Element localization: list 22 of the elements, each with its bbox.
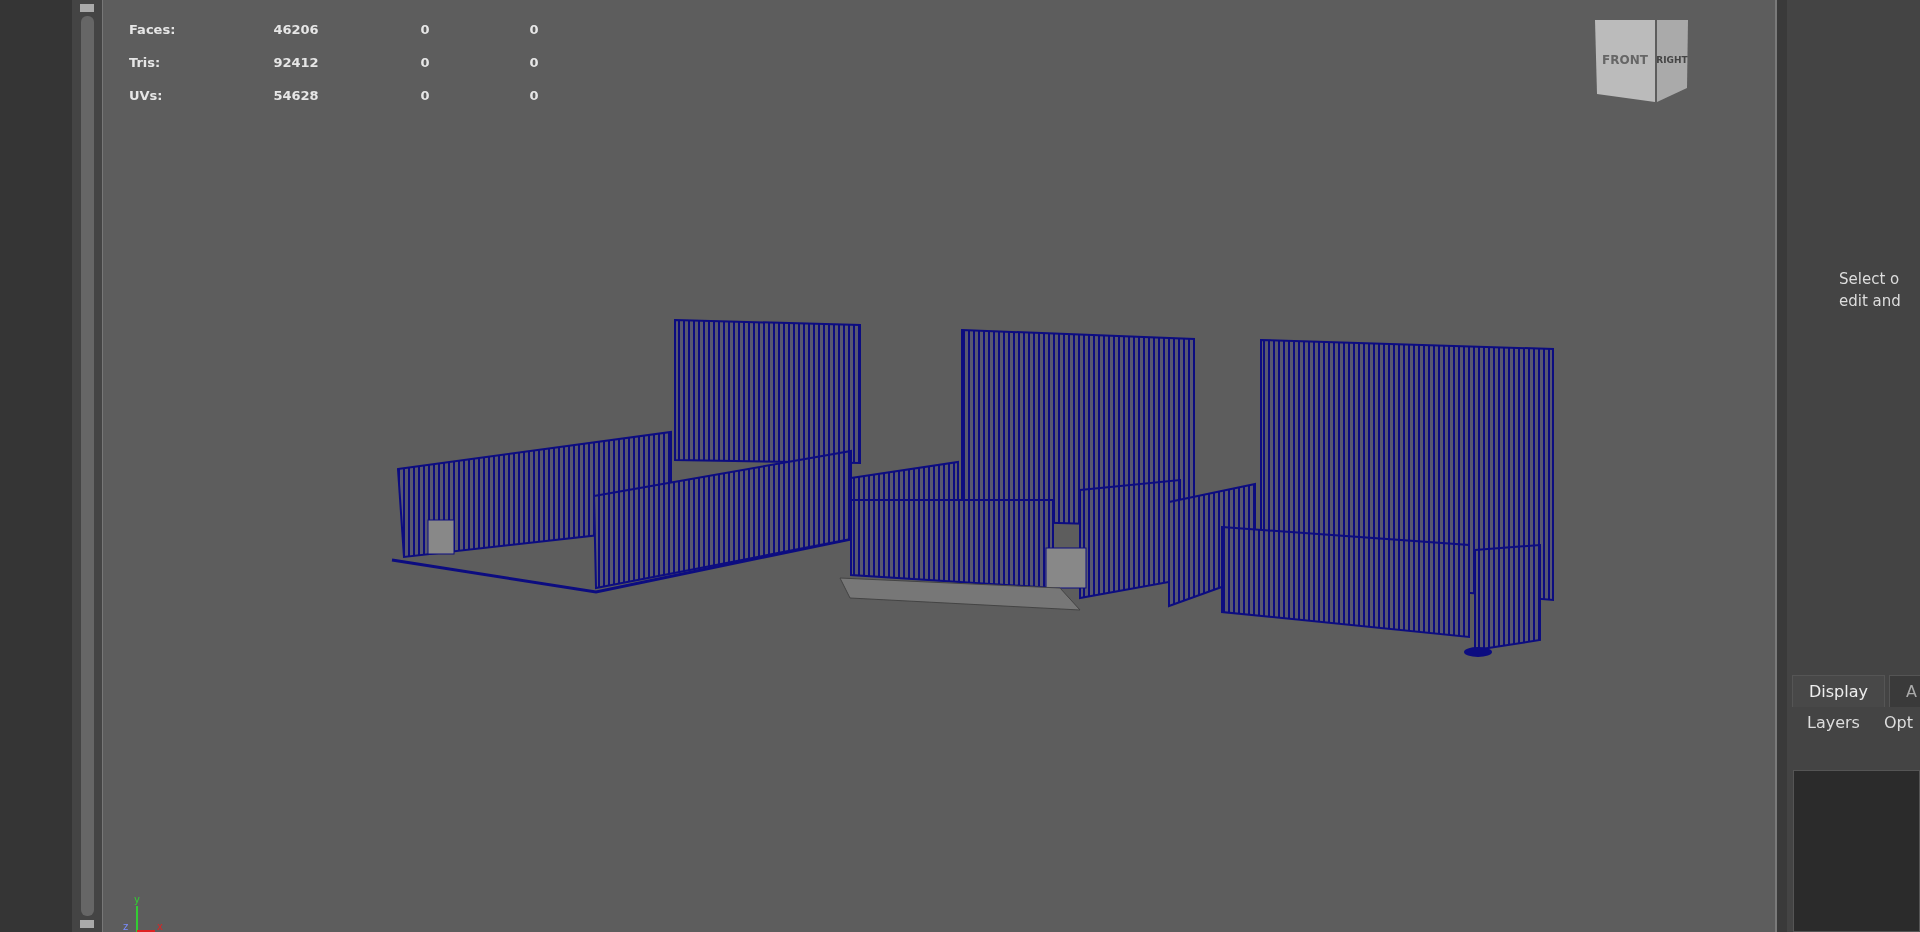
stat-value: 92412 (272, 55, 320, 70)
stat-value: 0 (419, 22, 431, 37)
stat-value: 0 (528, 88, 540, 103)
view-cube[interactable]: FRONT RIGHT (1585, 8, 1695, 108)
stat-label: Faces: (129, 22, 177, 37)
stat-value: 0 (528, 22, 540, 37)
stat-label: UVs: (129, 88, 164, 103)
panel-message: Select o (1839, 269, 1900, 290)
axis-gizmo: y z x (123, 892, 173, 932)
scrollbar-thumb[interactable] (80, 16, 94, 916)
stat-label: Tris: (129, 55, 162, 70)
menu-item[interactable]: Opt (1883, 713, 1913, 732)
stat-value: 0 (419, 88, 431, 103)
stat-value: 0 (528, 55, 540, 70)
stat-value: 54628 (272, 88, 320, 103)
stat-value: 0 (419, 55, 431, 70)
panel-tab[interactable]: A (1889, 675, 1920, 707)
stat-value: 46206 (272, 22, 320, 37)
menu-item[interactable]: Layers (1807, 713, 1860, 732)
panel-tab[interactable]: Display (1792, 675, 1885, 707)
panel-splitter[interactable] (1777, 0, 1787, 932)
panel-message: edit and (1839, 291, 1901, 312)
